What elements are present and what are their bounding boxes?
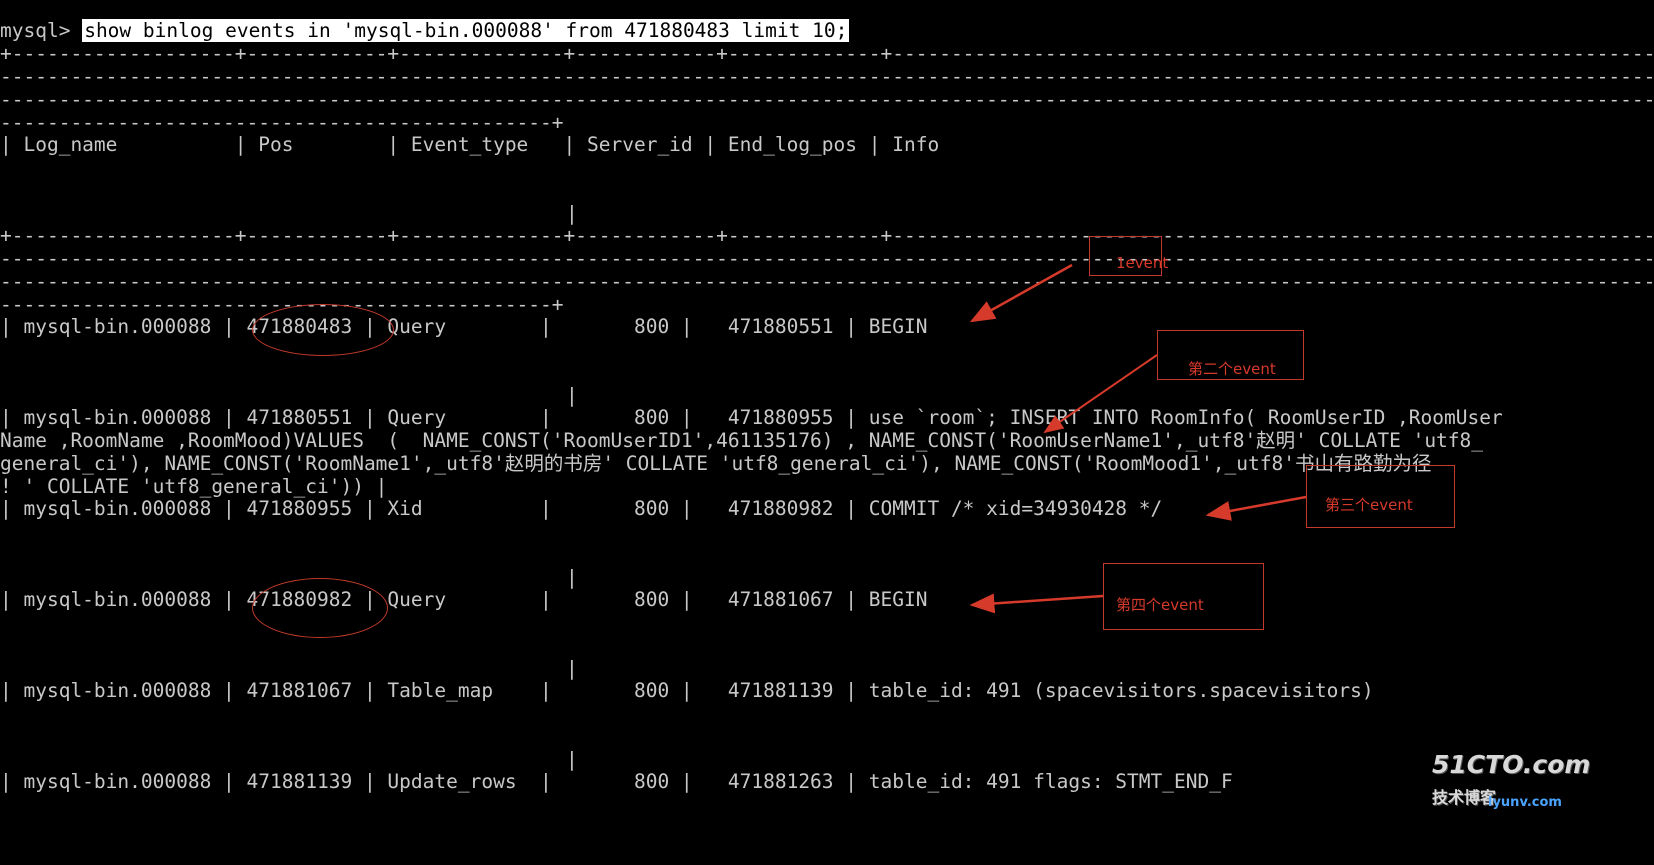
event1-label: 1event bbox=[1116, 254, 1169, 272]
watermark-logo: 51CTO.com bbox=[1432, 750, 1591, 779]
table-pipe: | bbox=[566, 748, 578, 771]
table-row: | mysql-bin.000088 | 471880955 | Xid | 8… bbox=[0, 497, 1163, 520]
prompt: mysql> bbox=[0, 19, 71, 42]
table-border: +-------------------+------------+------… bbox=[0, 224, 1654, 247]
table-border: ----------------------------------------… bbox=[0, 293, 564, 316]
table-border: ----------------------------------------… bbox=[0, 270, 1654, 293]
table-border: ----------------------------------------… bbox=[0, 88, 1654, 111]
table-row-continued: ! ' COLLATE 'utf8_general_ci')) | bbox=[0, 475, 388, 498]
table-pipe: | bbox=[566, 657, 578, 680]
pos-highlight-ellipse bbox=[252, 304, 394, 356]
command-line: mysql> show binlog events in 'mysql-bin.… bbox=[0, 19, 850, 43]
table-row: | mysql-bin.000088 | 471881067 | Table_m… bbox=[0, 679, 1374, 702]
event1-callout: 1event bbox=[1089, 236, 1168, 276]
watermark-sub: 技术博客 bbox=[1432, 788, 1497, 807]
watermark-url: lyunv.com bbox=[1488, 795, 1562, 810]
table-row-continued: Name ,RoomName ,RoomMood)VALUES ( NAME_C… bbox=[0, 429, 1484, 452]
command-text: show binlog events in 'mysql-bin.000088'… bbox=[82, 19, 850, 42]
event2-label: 第二个event bbox=[1188, 360, 1276, 378]
table-row: | mysql-bin.000088 | 471880551 | Query |… bbox=[0, 406, 1503, 429]
event4-callout: 第四个event bbox=[1103, 563, 1264, 630]
table-row: | mysql-bin.000088 | 471881139 | Update_… bbox=[0, 770, 1233, 793]
terminal-window[interactable]: mysql> show binlog events in 'mysql-bin.… bbox=[0, 0, 1654, 865]
event2-callout: 第二个event bbox=[1157, 330, 1304, 380]
pos-highlight-ellipse bbox=[252, 578, 388, 638]
event4-label: 第四个event bbox=[1116, 596, 1204, 614]
table-border: ----------------------------------------… bbox=[0, 247, 1654, 270]
table-border: ----------------------------------------… bbox=[0, 65, 1654, 88]
event3-callout: 第三个event bbox=[1306, 465, 1455, 528]
table-pipe: | bbox=[566, 384, 578, 407]
table-row-continued: general_ci'), NAME_CONST('RoomName1',_ut… bbox=[0, 452, 1432, 475]
table-pipe: | bbox=[566, 202, 578, 225]
table-border: +-------------------+------------+------… bbox=[0, 42, 1654, 65]
table-border: ----------------------------------------… bbox=[0, 111, 564, 134]
table-row: | mysql-bin.000088 | 471880982 | Query |… bbox=[0, 588, 928, 611]
table-header: | Log_name | Pos | Event_type | Server_i… bbox=[0, 133, 940, 156]
table-row: | mysql-bin.000088 | 471880483 | Query |… bbox=[0, 315, 928, 338]
event3-label: 第三个event bbox=[1325, 496, 1413, 514]
table-pipe: | bbox=[566, 566, 578, 589]
